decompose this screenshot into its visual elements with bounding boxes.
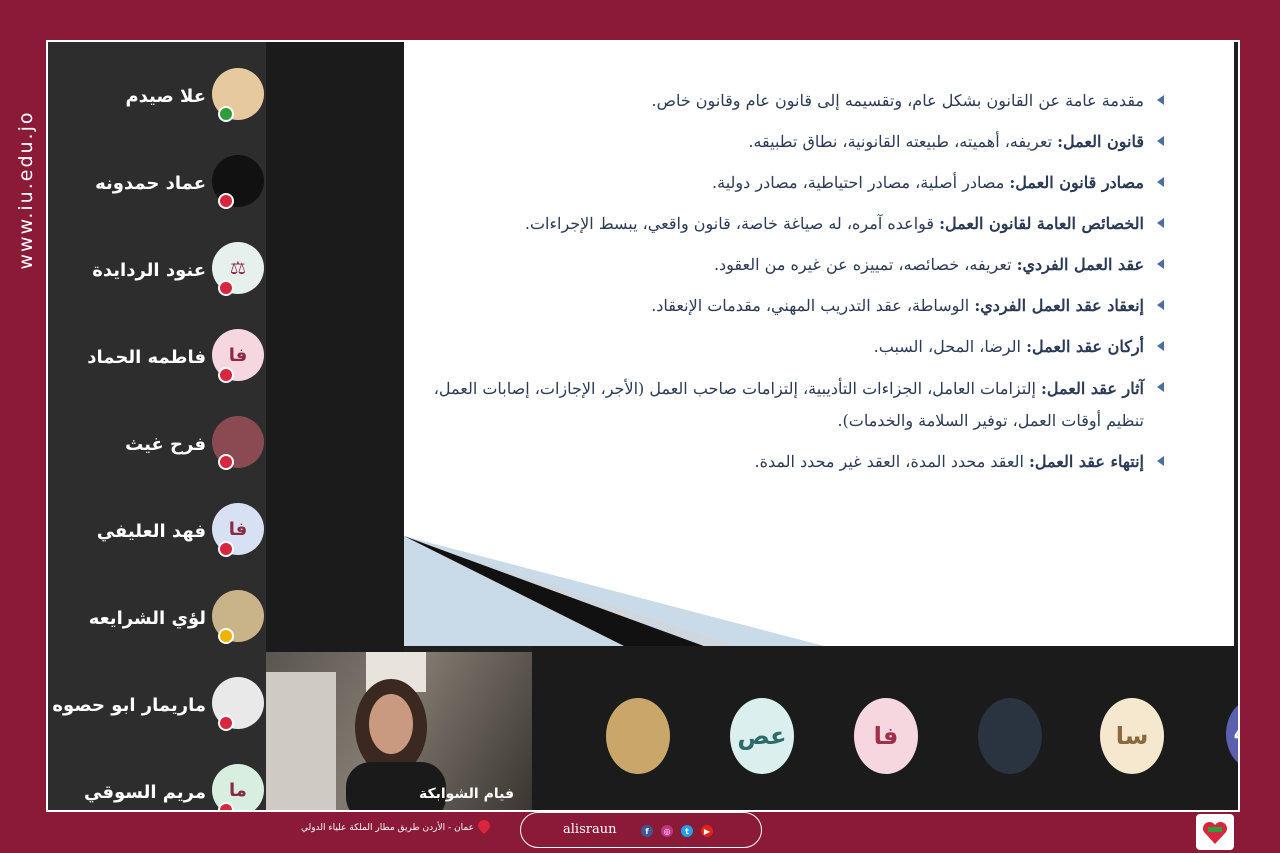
participant-avatar-circle[interactable]: عص	[730, 698, 794, 774]
status-indicator	[218, 280, 234, 296]
bullet-text: قواعده آمره، له صياغة خاصة، قانون واقعي،…	[524, 214, 940, 233]
slide-bullet: مصادر قانون العمل: مصادر أصلية، مصادر اح…	[404, 162, 1164, 203]
speaker-video-tile[interactable]: فيام الشوابكة	[266, 652, 532, 810]
bullet-arrow-icon	[1157, 218, 1164, 228]
status-indicator	[218, 106, 234, 122]
status-indicator	[218, 715, 234, 731]
participant-item[interactable]: فا فاطمه الحماد	[48, 329, 266, 389]
participant-item[interactable]: ما مريم السوقي	[48, 764, 266, 810]
participant-name: عماد حمدونه	[95, 173, 206, 194]
participant-item[interactable]: ماريمار ابو حصوه	[48, 677, 266, 737]
bullet-arrow-icon	[1157, 341, 1164, 351]
participant-item[interactable]: فرح غيث	[48, 416, 266, 476]
participant-item[interactable]: لؤي الشرايعه	[48, 590, 266, 650]
participant-name: لؤي الشرايعه	[88, 608, 206, 629]
participant-avatar-circle[interactable]: سا	[1100, 698, 1164, 774]
participant-avatar-circle[interactable]: فا	[854, 698, 918, 774]
bullet-arrow-icon	[1157, 259, 1164, 269]
side-url-banner: www.iu.edu.jo	[6, 90, 46, 290]
bullet-text: إلتزامات العامل، الجزاءات التأديبية، إلت…	[433, 379, 1144, 430]
bullet-heading: الخصائص العامة لقانون العمل:	[939, 214, 1144, 233]
slide-bullet: إنتهاء عقد العمل: العقد محدد المدة، العق…	[404, 441, 1164, 482]
presentation-margin	[266, 42, 404, 652]
slide-bullet-list: مقدمة عامة عن القانون بشكل عام، وتقسيمه …	[404, 80, 1164, 482]
bullet-heading: آثار عقد العمل:	[1041, 379, 1144, 398]
bullet-heading: عقد العمل الفردي:	[1016, 255, 1144, 274]
bullet-text: مقدمة عامة عن القانون بشكل عام، وتقسيمه …	[651, 91, 1144, 110]
bullet-heading: إنتهاء عقد العمل:	[1029, 452, 1144, 471]
participant-strip: عص فا سا 45+	[532, 646, 1238, 810]
bullet-arrow-icon	[1157, 300, 1164, 310]
bullet-arrow-icon	[1157, 456, 1164, 466]
participant-item[interactable]: علا صيدم	[48, 68, 266, 128]
participant-name: ماريمار ابو حصوه	[52, 695, 206, 716]
status-indicator	[218, 802, 234, 810]
status-indicator	[218, 367, 234, 383]
slide-bullet: عقد العمل الفردي: تعريفه، خصائصه، تمييزه…	[404, 244, 1164, 285]
channel-logo	[1196, 814, 1234, 850]
participant-name: عنود الردايدة	[92, 260, 206, 281]
participant-name: فرح غيث	[125, 434, 206, 455]
participant-name: مريم السوقي	[83, 782, 206, 803]
participant-item[interactable]: فا فهد العليفي	[48, 503, 266, 563]
location-pin-icon	[478, 820, 490, 834]
social-handle-pill[interactable]: alisraun f ◎ t ▶	[520, 812, 762, 848]
meeting-window: علا صيدم عماد حمدونه ⚖ عنود الردايدة فا فاطمه…	[46, 40, 1240, 812]
bullet-text: الوساطة، عقد التدريب المهني، مقدمات الإن…	[651, 296, 975, 315]
status-indicator	[218, 193, 234, 209]
bullet-arrow-icon	[1157, 382, 1164, 392]
bullet-arrow-icon	[1157, 136, 1164, 146]
bullet-text: مصادر أصلية، مصادر احتياطية، مصادر دولية…	[712, 173, 1010, 192]
participant-avatar-circle[interactable]	[606, 698, 670, 774]
bullet-text: تعريفه، أهميته، طبيعته القانونية، نطاق ت…	[748, 132, 1058, 151]
footer-address: عمان - الأردن طريق مطار الملكة علياء الد…	[300, 823, 474, 833]
social-handle: alisraun	[563, 822, 617, 837]
shared-slide: مقدمة عامة عن القانون بشكل عام، وتقسيمه …	[404, 42, 1234, 646]
bullet-text: تعريفه، خصائصه، تمييزه عن غيره من العقود…	[713, 255, 1017, 274]
slide-decoration	[404, 536, 1234, 646]
participant-avatar-circle[interactable]	[978, 698, 1042, 774]
status-indicator	[218, 541, 234, 557]
logo-mark	[1202, 821, 1228, 844]
speaker-name: فيام الشوابكة	[418, 786, 514, 802]
slide-bullet: إنعقاد عقد العمل الفردي: الوساطة، عقد ال…	[404, 285, 1164, 326]
bullet-heading: أركان عقد العمل:	[1026, 337, 1144, 356]
slide-bullet: آثار عقد العمل: إلتزامات العامل، الجزاءا…	[404, 367, 1164, 441]
slide-bullet: أركان عقد العمل: الرضا، المحل، السبب.	[404, 326, 1164, 367]
participant-item[interactable]: ⚖ عنود الردايدة	[48, 242, 266, 302]
participant-avatar-circle[interactable]: 45+	[1226, 698, 1238, 770]
participant-name: فهد العليفي	[96, 521, 206, 542]
twitter-icon[interactable]: t	[681, 825, 693, 837]
youtube-icon[interactable]: ▶	[701, 825, 713, 837]
instagram-icon[interactable]: ◎	[661, 825, 673, 837]
bullet-heading: قانون العمل:	[1057, 132, 1144, 151]
bullet-text: الرضا، المحل، السبب.	[873, 337, 1027, 356]
participant-name: علا صيدم	[125, 86, 206, 107]
bullet-heading: إنعقاد عقد العمل الفردي:	[974, 296, 1144, 315]
status-indicator	[218, 454, 234, 470]
bullet-text: العقد محدد المدة، العقد غير محدد المدة.	[754, 452, 1029, 471]
status-indicator	[218, 628, 234, 644]
bullet-arrow-icon	[1157, 177, 1164, 187]
bullet-heading: مصادر قانون العمل:	[1009, 173, 1144, 192]
participant-item[interactable]: عماد حمدونه	[48, 155, 266, 215]
slide-bullet: الخصائص العامة لقانون العمل: قواعده آمره…	[404, 203, 1164, 244]
bullet-arrow-icon	[1157, 95, 1164, 105]
website-url: www.iu.edu.jo	[15, 110, 37, 270]
participant-name: فاطمه الحماد	[87, 347, 206, 368]
facebook-icon[interactable]: f	[641, 825, 653, 837]
slide-bullet: قانون العمل: تعريفه، أهميته، طبيعته القا…	[404, 121, 1164, 162]
participants-panel: علا صيدم عماد حمدونه ⚖ عنود الردايدة فا فاطمه…	[48, 42, 266, 810]
slide-bullet: مقدمة عامة عن القانون بشكل عام، وتقسيمه …	[404, 80, 1164, 121]
